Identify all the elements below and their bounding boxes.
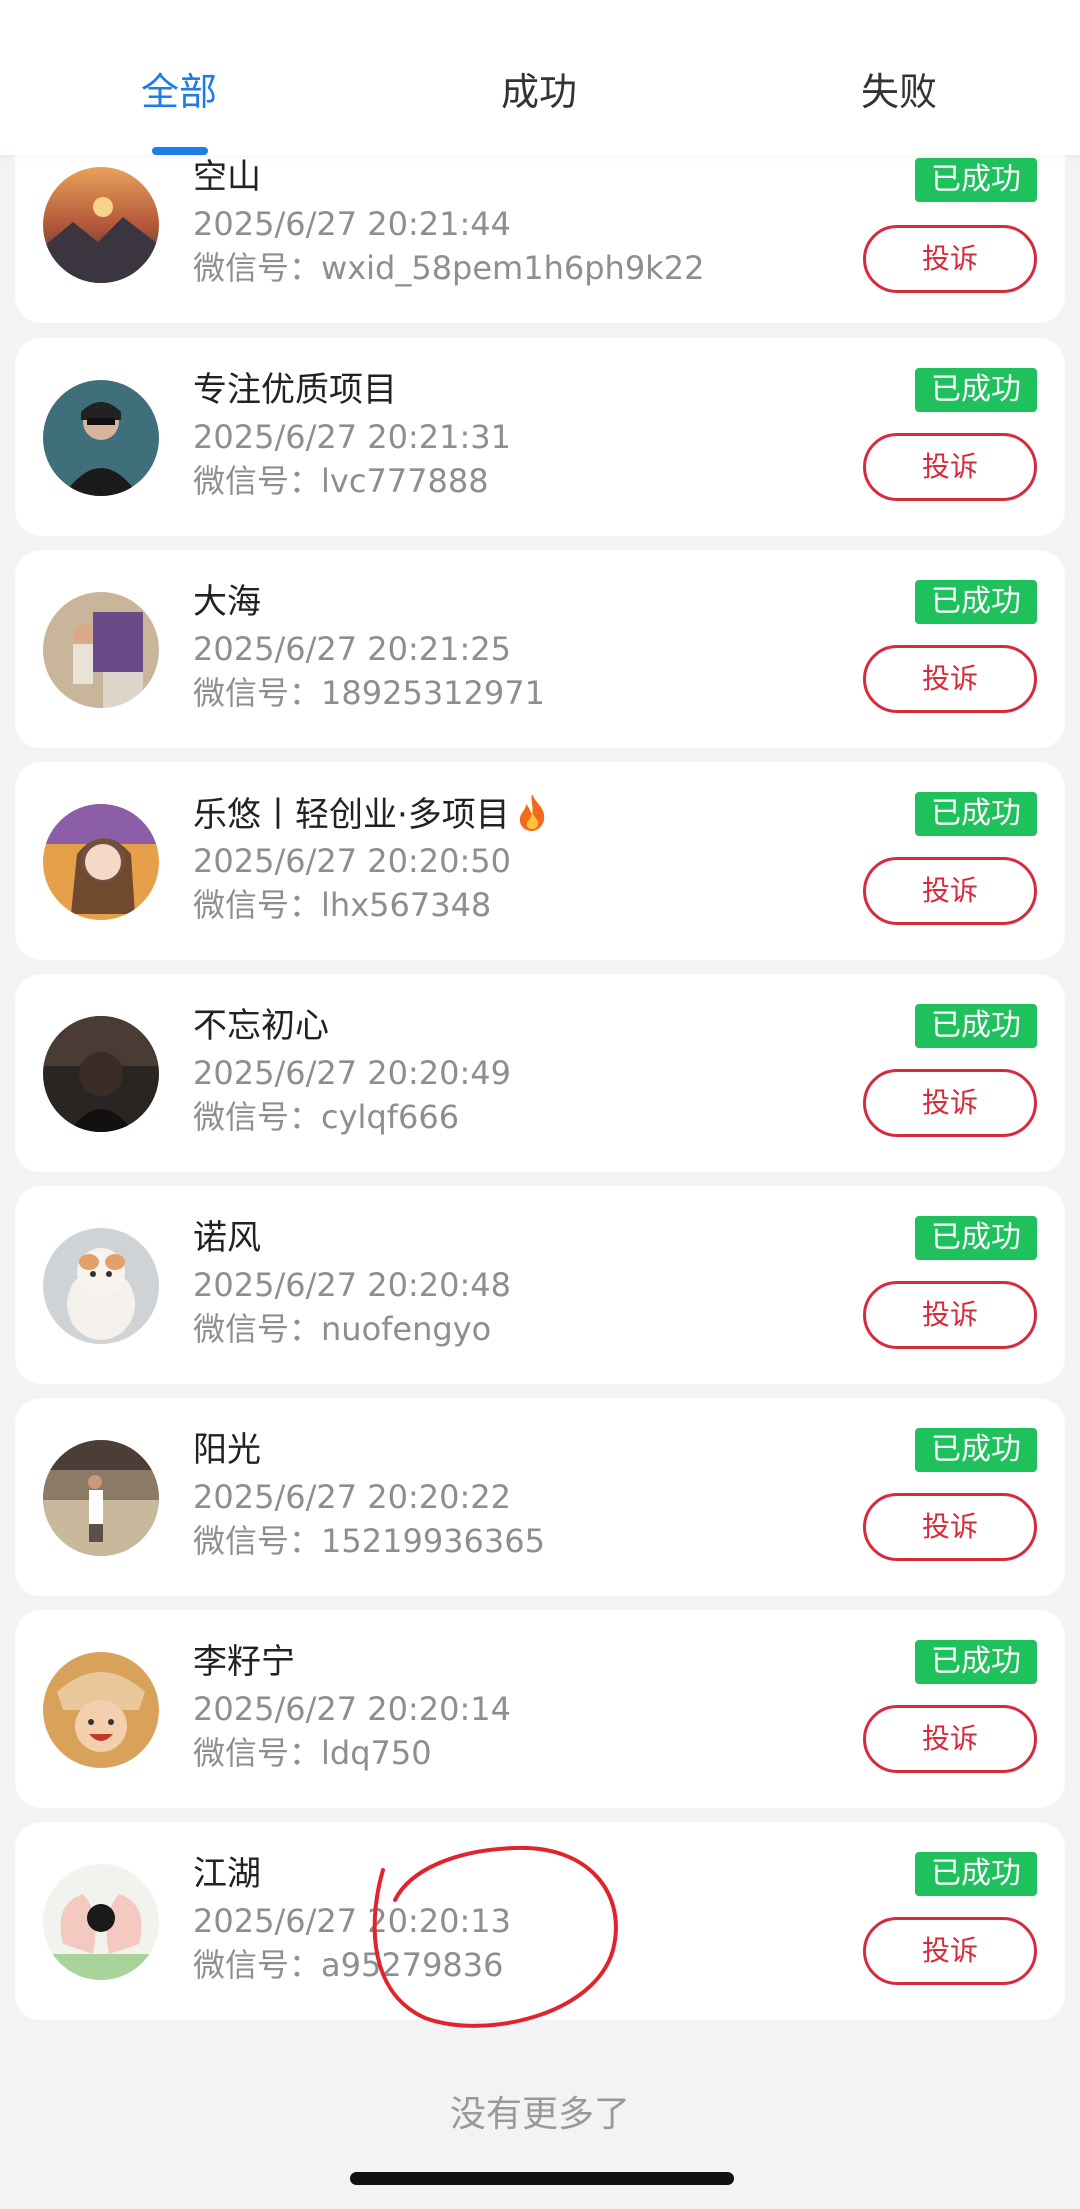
record-time: 2025/6/27 20:21:44	[193, 205, 511, 243]
record-time: 2025/6/27 20:20:13	[193, 1902, 511, 1940]
wechat-label: 微信号：	[193, 462, 322, 500]
fire-icon	[514, 792, 550, 843]
record-wechat: 微信号：lvc777888	[193, 460, 489, 502]
status-badge: 已成功	[915, 1428, 1037, 1472]
avatar[interactable]	[43, 1016, 159, 1132]
record-card[interactable]: 不忘初心 2025/6/27 20:20:49 微信号：cylqf666 已成功…	[15, 974, 1065, 1172]
wechat-id: nuofengyo	[321, 1310, 492, 1348]
record-time: 2025/6/27 20:20:22	[193, 1478, 511, 1516]
record-time: 2025/6/27 20:20:50	[193, 842, 511, 880]
record-card[interactable]: 诺风 2025/6/27 20:20:48 微信号：nuofengyo 已成功 …	[15, 1186, 1065, 1384]
wechat-label: 微信号：	[193, 1734, 322, 1772]
complain-button[interactable]: 投诉	[863, 645, 1037, 713]
wechat-label: 微信号：	[193, 1946, 322, 1984]
avatar[interactable]	[43, 1864, 159, 1980]
record-name: 空山	[193, 157, 261, 197]
wechat-id: 15219936365	[321, 1522, 545, 1560]
avatar[interactable]	[43, 1228, 159, 1344]
status-badge: 已成功	[915, 1640, 1037, 1684]
wechat-id: cylqf666	[321, 1098, 460, 1136]
record-wechat: 微信号：18925312971	[193, 672, 545, 714]
wechat-id: ldq750	[321, 1734, 432, 1772]
wechat-id: lhx567348	[321, 886, 492, 924]
record-card[interactable]: 阳光 2025/6/27 20:20:22 微信号：15219936365 已成…	[15, 1398, 1065, 1596]
record-wechat: 微信号：ldq750	[193, 1732, 432, 1774]
wechat-id: wxid_58pem1h6ph9k22	[321, 249, 705, 287]
record-time: 2025/6/27 20:20:14	[193, 1690, 511, 1728]
record-name: 专注优质项目	[193, 370, 397, 410]
complain-button[interactable]: 投诉	[863, 433, 1037, 501]
record-card[interactable]: 江湖 2025/6/27 20:20:13 微信号：a95279836 已成功 …	[15, 1822, 1065, 2020]
tab-success[interactable]: 成功	[429, 62, 649, 122]
complain-button[interactable]: 投诉	[863, 1493, 1037, 1561]
tab-active-indicator	[152, 147, 208, 155]
status-badge: 已成功	[915, 158, 1037, 202]
wechat-label: 微信号：	[193, 886, 322, 924]
avatar[interactable]	[43, 592, 159, 708]
tab-bar: 全部 成功 失败	[0, 0, 1080, 155]
status-badge: 已成功	[915, 1852, 1037, 1896]
wechat-id: a95279836	[321, 1946, 504, 1984]
avatar[interactable]	[43, 167, 159, 283]
record-wechat: 微信号：15219936365	[193, 1520, 545, 1562]
wechat-id: 18925312971	[321, 674, 545, 712]
status-badge: 已成功	[915, 368, 1037, 412]
avatar[interactable]	[43, 1652, 159, 1768]
wechat-label: 微信号：	[193, 1310, 322, 1348]
record-name-text: 乐悠丨轻创业·多项目	[193, 795, 510, 835]
wechat-label: 微信号：	[193, 674, 322, 712]
wechat-id: lvc777888	[321, 462, 489, 500]
avatar[interactable]	[43, 804, 159, 920]
record-name: 江湖	[193, 1854, 261, 1894]
complain-button[interactable]: 投诉	[863, 1281, 1037, 1349]
complain-button[interactable]: 投诉	[863, 857, 1037, 925]
complain-button[interactable]: 投诉	[863, 225, 1037, 293]
record-card[interactable]: 大海 2025/6/27 20:21:25 微信号：18925312971 已成…	[15, 550, 1065, 748]
record-wechat: 微信号：lhx567348	[193, 884, 491, 926]
record-wechat: 微信号：cylqf666	[193, 1096, 459, 1138]
record-time: 2025/6/27 20:21:25	[193, 630, 511, 668]
record-wechat: 微信号：wxid_58pem1h6ph9k22	[193, 247, 704, 289]
record-wechat: 微信号：a95279836	[193, 1944, 504, 1986]
avatar[interactable]	[43, 1440, 159, 1556]
record-name: 诺风	[193, 1218, 261, 1258]
record-wechat: 微信号：nuofengyo	[193, 1308, 491, 1350]
tab-all[interactable]: 全部	[69, 62, 289, 122]
status-badge: 已成功	[915, 792, 1037, 836]
tab-failed[interactable]: 失败	[789, 62, 1009, 122]
record-name: 乐悠丨轻创业·多项目	[193, 792, 550, 843]
record-card[interactable]: 专注优质项目 2025/6/27 20:21:31 微信号：lvc777888 …	[15, 338, 1065, 536]
record-name: 李籽宁	[193, 1642, 295, 1682]
home-indicator[interactable]	[350, 2172, 734, 2185]
record-card[interactable]: 乐悠丨轻创业·多项目 2025/6/27 20:20:50 微信号：lhx567…	[15, 762, 1065, 960]
record-card[interactable]: 李籽宁 2025/6/27 20:20:14 微信号：ldq750 已成功 投诉	[15, 1610, 1065, 1808]
status-badge: 已成功	[915, 580, 1037, 624]
record-time: 2025/6/27 20:21:31	[193, 418, 511, 456]
wechat-label: 微信号：	[193, 249, 322, 287]
avatar[interactable]	[43, 380, 159, 496]
record-name: 大海	[193, 582, 261, 622]
record-time: 2025/6/27 20:20:48	[193, 1266, 511, 1304]
status-badge: 已成功	[915, 1004, 1037, 1048]
complain-button[interactable]: 投诉	[863, 1917, 1037, 1985]
no-more-text: 没有更多了	[449, 2094, 630, 2135]
complain-button[interactable]: 投诉	[863, 1705, 1037, 1773]
record-name: 阳光	[193, 1430, 261, 1470]
record-name: 不忘初心	[193, 1006, 329, 1046]
wechat-label: 微信号：	[193, 1522, 322, 1560]
status-badge: 已成功	[915, 1216, 1037, 1260]
wechat-label: 微信号：	[193, 1098, 322, 1136]
complain-button[interactable]: 投诉	[863, 1069, 1037, 1137]
record-time: 2025/6/27 20:20:49	[193, 1054, 511, 1092]
